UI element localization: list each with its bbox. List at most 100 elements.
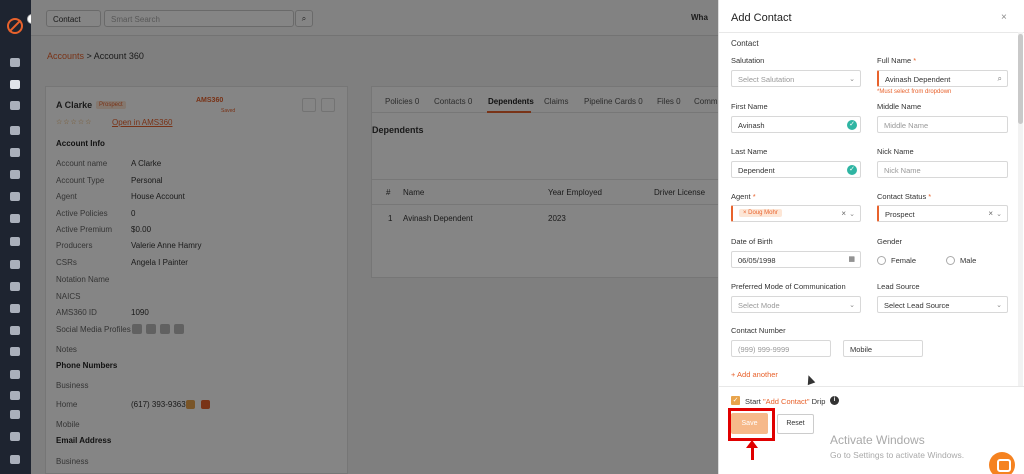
email-icon[interactable] <box>10 326 20 335</box>
whats-new-link[interactable]: Wha <box>691 13 708 22</box>
contact-status-select[interactable]: Prospect × ⌄ <box>877 205 1008 222</box>
nick-name-input[interactable]: Nick Name <box>877 161 1008 178</box>
full-name-label: Full Name * <box>877 56 917 65</box>
delete-icon[interactable] <box>321 98 335 112</box>
salutation-select[interactable]: Select Salutation ⌄ <box>731 70 861 87</box>
middle-name-input[interactable]: Middle Name <box>877 116 1008 133</box>
contacts-icon[interactable] <box>10 80 20 89</box>
accounts-icon[interactable] <box>10 126 20 135</box>
gender-female-radio[interactable] <box>877 256 886 265</box>
scrollbar-thumb[interactable] <box>1018 34 1023 124</box>
stats-icon[interactable] <box>10 432 20 441</box>
full-name-input[interactable]: Avinash Dependent ⌕ <box>877 70 1008 87</box>
dashboard-icon[interactable] <box>10 58 20 67</box>
full-name-error: *Must select from dropdown <box>877 89 952 95</box>
lead-source-label: Lead Source <box>877 282 920 291</box>
folder-icon[interactable] <box>10 282 20 291</box>
linkedin-icon[interactable] <box>132 324 142 334</box>
valid-check-icon: ✓ <box>847 165 857 175</box>
dob-label: Date of Birth <box>731 237 773 246</box>
edit-icon[interactable] <box>302 98 316 112</box>
add-another-link[interactable]: + Add another <box>731 370 778 379</box>
tab-communications[interactable]: Comm <box>694 97 718 106</box>
column-header: Year Employed <box>548 188 602 197</box>
start-drip-label: Start "Add Contact" Drip <box>745 397 826 406</box>
phone-label: Mobile <box>56 420 80 429</box>
google-icon[interactable] <box>10 304 20 313</box>
field-value: House Account <box>131 192 185 201</box>
field-label: AMS360 ID <box>56 308 97 317</box>
start-drip-checkbox[interactable]: ✓ <box>731 396 740 405</box>
nick-name-label: Nick Name <box>877 147 914 156</box>
contact-status-label: Contact Status * <box>877 192 932 201</box>
tab-claims[interactable]: Claims <box>544 97 568 106</box>
account-name: A Clarke <box>56 100 93 110</box>
chevron-down-icon: ⌄ <box>849 302 855 309</box>
web-icon[interactable] <box>174 324 184 334</box>
status-badge: Prospect <box>96 101 126 109</box>
last-name-input[interactable]: Dependent ✓ <box>731 161 861 178</box>
rating-stars[interactable]: ☆☆☆☆☆ <box>56 118 92 126</box>
clear-icon[interactable]: × <box>988 209 993 218</box>
gender-male-radio[interactable] <box>946 256 955 265</box>
phone-call-icon[interactable] <box>186 400 195 409</box>
schedule-icon[interactable] <box>10 347 20 356</box>
tasks-icon[interactable] <box>10 192 20 201</box>
column-header: Name <box>403 188 425 197</box>
active-tab-underline <box>487 111 531 113</box>
agent-tag[interactable]: × Doug Mohr <box>739 209 782 217</box>
left-nav-rail <box>0 0 31 474</box>
field-label: NAICS <box>56 292 81 301</box>
field-label: Account name <box>56 159 108 168</box>
tab-dependents[interactable]: Dependents <box>488 97 534 106</box>
info-icon[interactable]: i <box>830 396 839 405</box>
breadcrumb-accounts[interactable]: Accounts <box>47 51 84 61</box>
list-icon[interactable] <box>10 237 20 246</box>
gender-female-label: Female <box>891 256 917 265</box>
email-label: Business <box>56 457 89 466</box>
breadcrumb-current: Account 360 <box>93 51 144 61</box>
megaphone-icon[interactable] <box>10 214 20 223</box>
field-value: Personal <box>131 176 163 185</box>
save-button[interactable]: Save <box>731 413 768 434</box>
close-icon[interactable]: × <box>1001 12 1007 23</box>
sms-icon[interactable] <box>201 400 210 409</box>
dob-input[interactable]: 06/05/1998 ▦ <box>731 251 861 268</box>
integrations-icon[interactable] <box>10 391 20 400</box>
tab-policies[interactable]: Policies 0 <box>385 97 419 106</box>
search-icon[interactable]: ⌕ <box>295 10 313 27</box>
panel-title: Add Contact <box>731 12 792 24</box>
phone-label: Business <box>56 381 89 390</box>
first-name-input[interactable]: Avinash ✓ <box>731 116 861 133</box>
app-logo-icon[interactable] <box>7 18 23 34</box>
entity-select[interactable]: Contact <box>46 10 101 27</box>
field-value: 0 <box>131 209 136 218</box>
panel-scrollbar[interactable] <box>1018 32 1023 386</box>
field-label: Agent <box>56 192 77 201</box>
pref-mode-select[interactable]: Select Mode ⌄ <box>731 296 861 313</box>
facebook-icon[interactable] <box>146 324 156 334</box>
pref-mode-label: Preferred Mode of Communication <box>731 282 846 291</box>
lead-source-select[interactable]: Select Lead Source ⌄ <box>877 296 1008 313</box>
last-name-label: Last Name <box>731 147 768 156</box>
pipeline-icon[interactable] <box>10 370 20 379</box>
clear-icon[interactable]: × <box>841 209 846 218</box>
chat-widget-icon[interactable] <box>989 452 1015 474</box>
contact-number-input[interactable]: (999) 999-9999 <box>731 340 831 357</box>
tab-files[interactable]: Files 0 <box>657 97 681 106</box>
agent-select[interactable]: × Doug Mohr × ⌄ <box>731 205 861 222</box>
documents-icon[interactable] <box>10 101 20 110</box>
calendar-icon[interactable] <box>10 170 20 179</box>
smart-search-input[interactable]: Smart Search <box>104 10 294 27</box>
reset-button[interactable]: Reset <box>777 414 814 434</box>
billing-icon[interactable] <box>10 410 20 419</box>
number-type-select[interactable]: Mobile <box>843 340 923 357</box>
reports-icon[interactable] <box>10 148 20 157</box>
tab-contacts[interactable]: Contacts 0 <box>434 97 472 106</box>
analytics-icon[interactable] <box>10 260 20 269</box>
settings-icon[interactable] <box>10 455 20 464</box>
open-in-ams360-link[interactable]: Open in AMS360 <box>112 118 172 127</box>
twitter-icon[interactable] <box>160 324 170 334</box>
calendar-icon[interactable]: ▦ <box>848 255 855 263</box>
tab-pipeline-cards[interactable]: Pipeline Cards 0 <box>584 97 643 106</box>
